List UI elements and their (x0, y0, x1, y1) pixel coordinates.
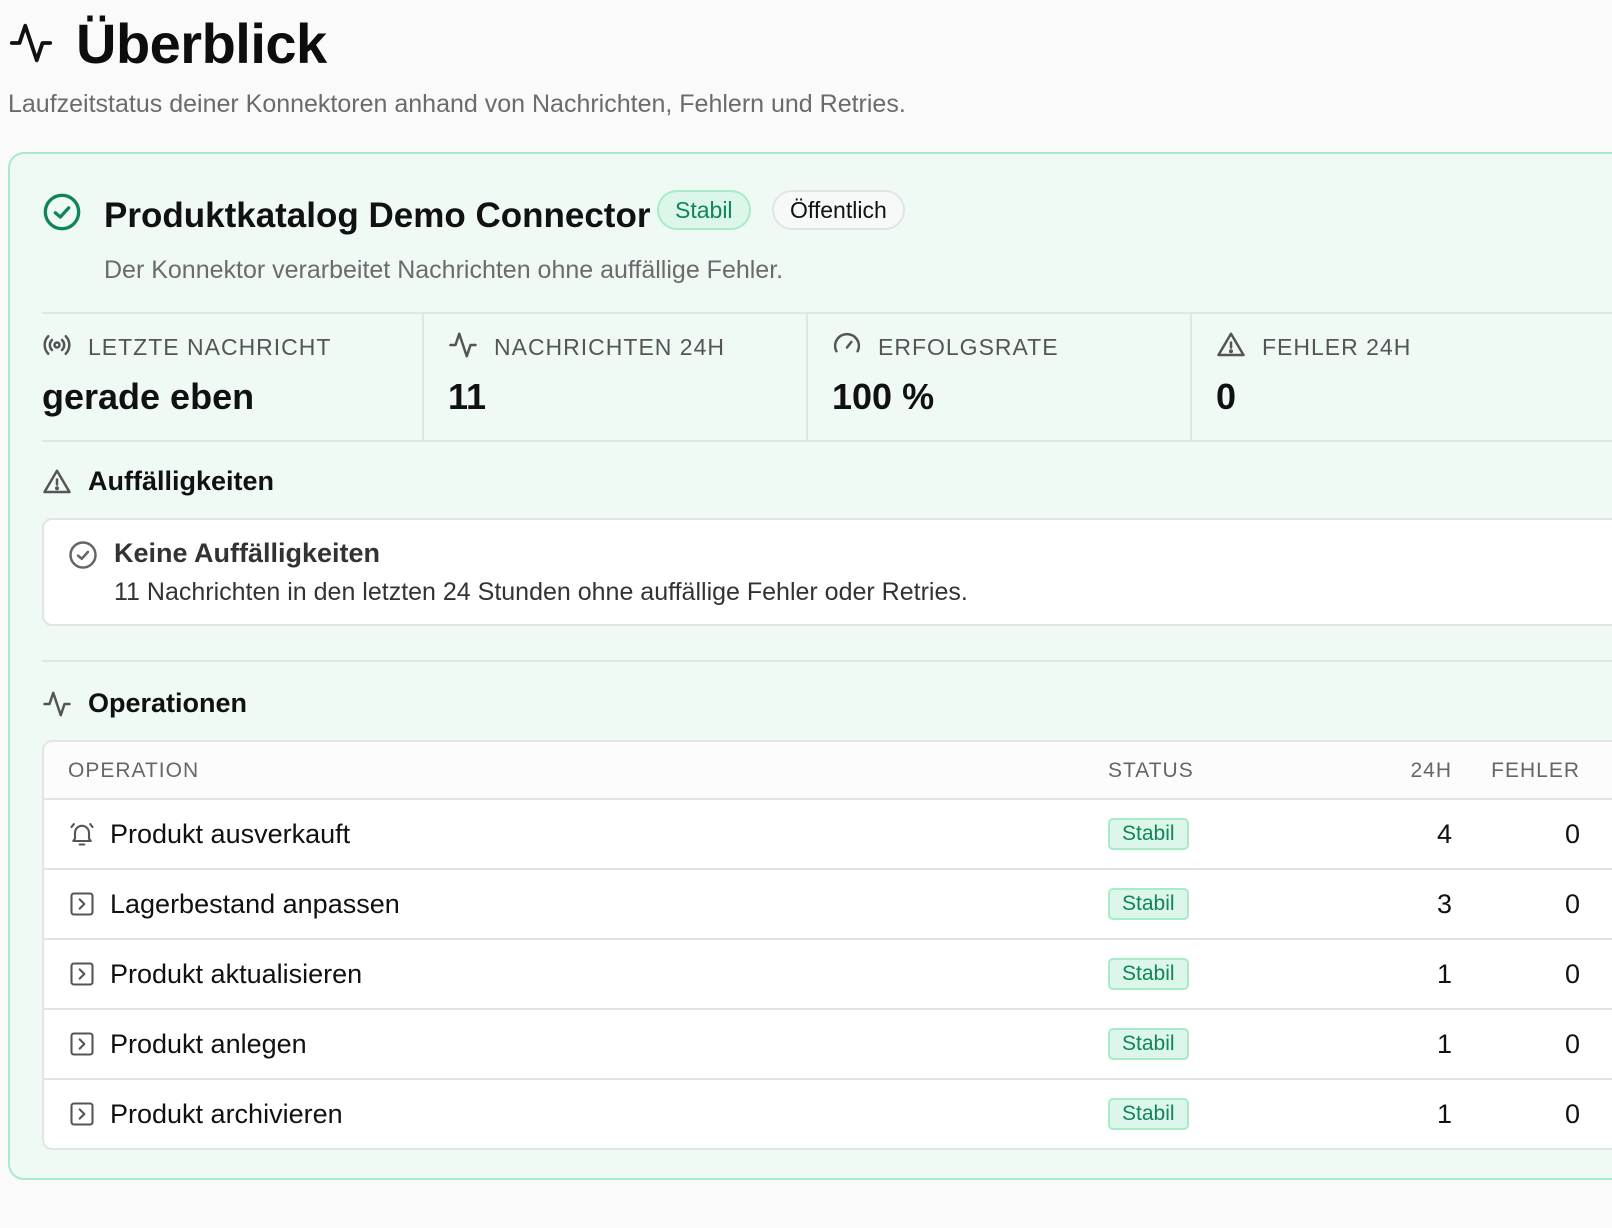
metric-messages-24h: Nachrichten 24h 11 (424, 314, 808, 440)
activity-icon (9, 23, 53, 63)
table-row[interactable]: Produkt ausverkauft Stabil 4 0 (44, 800, 1612, 870)
page-title: Überblick (76, 11, 327, 75)
error-count: 0 (1564, 959, 1580, 989)
table-row[interactable]: Produkt aktualisieren Stabil 1 0 (44, 940, 1612, 1010)
status-badge: Stabil (1108, 958, 1189, 990)
metric-value: 0 (1216, 376, 1237, 417)
section-divider (42, 660, 1612, 662)
notice-text: 11 Nachrichten in den letzten 24 Stunden… (114, 578, 968, 606)
metric-value: 100 % (832, 376, 935, 417)
section-title: Auffälligkeiten (88, 466, 275, 496)
count-24h: 1 (1436, 1099, 1452, 1129)
broadcast-icon (43, 335, 71, 355)
column-24h[interactable]: 24H (1410, 759, 1452, 783)
metrics-bar: Letzte Nachricht gerade eben Nachrichten… (42, 312, 1612, 442)
page-subtitle: Laufzeitstatus deiner Konnektoren anhand… (8, 90, 906, 118)
activity-icon (43, 691, 71, 716)
column-operation[interactable]: OPERATION (68, 759, 199, 783)
check-circle-icon (43, 193, 81, 231)
column-status[interactable]: STATUS (1108, 759, 1194, 783)
action-icon (70, 962, 94, 986)
table-row[interactable]: Lagerbestand anpassen Stabil 3 0 (44, 870, 1612, 940)
error-count: 0 (1564, 1099, 1580, 1129)
metric-last-message: Letzte Nachricht gerade eben (42, 314, 424, 440)
count-24h: 1 (1436, 1029, 1452, 1059)
bell-icon (70, 823, 94, 846)
error-count: 0 (1564, 1029, 1580, 1059)
check-circle-icon (69, 541, 97, 569)
error-count: 0 (1564, 819, 1580, 849)
table-row[interactable]: Produkt archivieren Stabil 1 0 (44, 1080, 1612, 1148)
warning-icon (1217, 332, 1245, 357)
metric-label: Erfolgsrate (878, 334, 1059, 360)
connector-card: Produktkatalog Demo Connector Stabil Öff… (8, 152, 1612, 1180)
operation-name: Produkt ausverkauft (110, 819, 351, 849)
anomalies-notice: Keine Auffälligkeiten 11 Nachrichten in … (42, 518, 1612, 626)
action-icon (70, 1102, 94, 1126)
metric-label: Letzte Nachricht (88, 334, 332, 360)
visibility-badge: Öffentlich (772, 190, 905, 230)
operations-table: OPERATION STATUS 24H FEHLER Produkt ausv… (42, 740, 1612, 1150)
table-row[interactable]: Produkt anlegen Stabil 1 0 (44, 1010, 1612, 1080)
status-badge: Stabil (1108, 1028, 1189, 1060)
activity-icon (449, 332, 477, 358)
column-errors[interactable]: FEHLER (1491, 759, 1580, 783)
metric-success-rate: Erfolgsrate 100 % (808, 314, 1192, 440)
count-24h: 4 (1436, 819, 1452, 849)
operations-heading: Operationen (42, 688, 247, 719)
count-24h: 3 (1436, 889, 1452, 919)
action-icon (70, 1032, 94, 1056)
operation-name: Produkt archivieren (110, 1099, 343, 1129)
status-badge: Stabil (1108, 818, 1189, 850)
connector-description: Der Konnektor verarbeitet Nachrichten oh… (104, 256, 784, 284)
metric-label: Nachrichten 24h (494, 334, 725, 360)
status-badge: Stabil (657, 190, 751, 230)
count-24h: 1 (1436, 959, 1452, 989)
section-title: Operationen (88, 688, 248, 718)
warning-icon (43, 469, 71, 493)
connector-name: Produktkatalog Demo Connector (104, 196, 651, 235)
error-count: 0 (1564, 889, 1580, 919)
operation-name: Lagerbestand anpassen (110, 889, 400, 919)
page-header: Überblick Laufzeitstatus deiner Konnekto… (8, 8, 906, 119)
gauge-icon (833, 332, 861, 353)
connector-header: Produktkatalog Demo Connector Stabil Öff… (42, 190, 1612, 240)
metric-label: Fehler 24h (1262, 334, 1412, 360)
operation-name: Produkt aktualisieren (110, 959, 363, 989)
table-header: OPERATION STATUS 24H FEHLER (44, 742, 1612, 800)
status-badge: Stabil (1108, 888, 1189, 920)
metric-value: 11 (448, 376, 487, 417)
anomalies-heading: Auffälligkeiten (42, 466, 274, 497)
action-icon (70, 892, 94, 916)
metric-value: gerade eben (42, 376, 255, 417)
notice-title: Keine Auffälligkeiten (114, 538, 381, 568)
operation-name: Produkt anlegen (110, 1029, 307, 1059)
metric-errors-24h: Fehler 24h 0 (1192, 314, 1574, 440)
status-badge: Stabil (1108, 1098, 1189, 1130)
